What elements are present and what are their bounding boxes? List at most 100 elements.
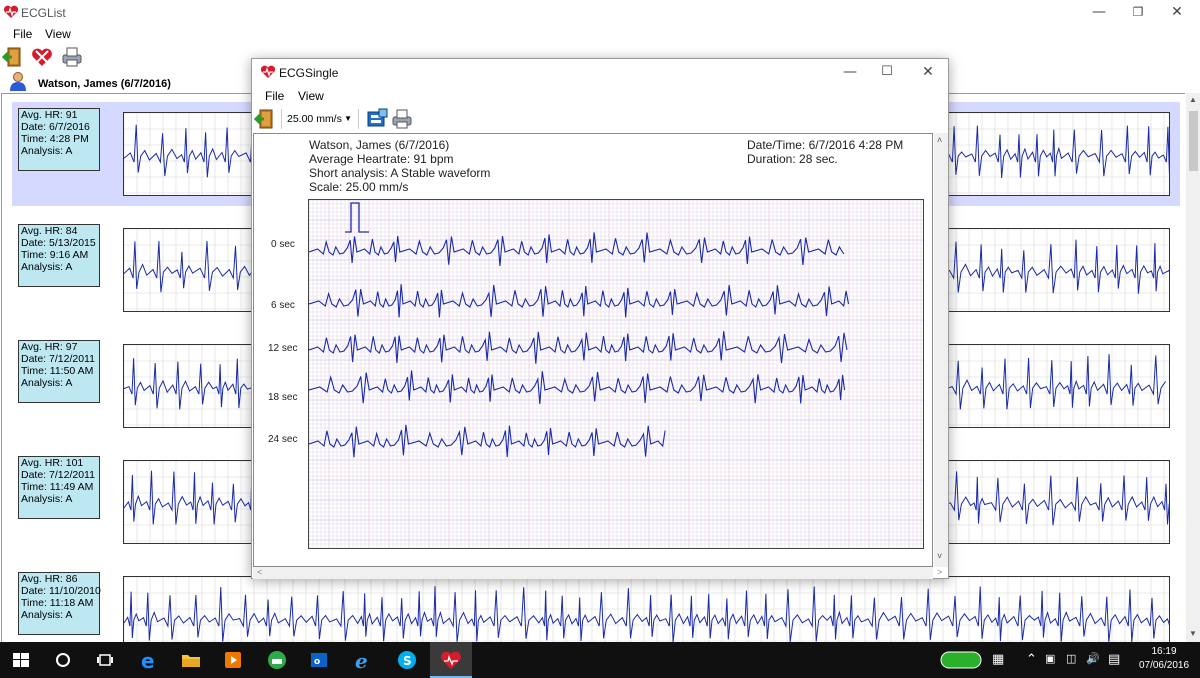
ecg-trace-row bbox=[308, 424, 666, 458]
clock-time: 16:19 bbox=[1151, 646, 1177, 657]
minimize-button[interactable]: — bbox=[1085, 1, 1113, 23]
patient-avatar-icon bbox=[10, 72, 26, 91]
green-app-button[interactable] bbox=[256, 642, 298, 678]
export-icon[interactable] bbox=[365, 107, 389, 131]
time-label-0: 0 sec bbox=[271, 239, 295, 250]
single-titlebar[interactable]: ECGSingle — ☐ ✕ bbox=[252, 59, 948, 85]
record-info-box: Avg. HR: 91 Date: 6/7/2016 Time: 4:28 PM An… bbox=[18, 108, 100, 171]
single-menu-view[interactable]: View bbox=[298, 89, 324, 103]
detail-short-analysis: Short analysis: A Stable waveform bbox=[309, 166, 491, 180]
media-player-icon bbox=[225, 652, 241, 668]
heart-app-icon bbox=[441, 651, 461, 669]
record-analysis: Analysis: A bbox=[21, 493, 73, 505]
menu-view[interactable]: View bbox=[45, 27, 71, 41]
outlook-icon: o bbox=[311, 653, 327, 667]
exit-door-icon[interactable] bbox=[254, 107, 278, 131]
main-menubar: File View bbox=[0, 24, 1200, 42]
speed-dropdown[interactable]: 25.00 mm/s ▼ bbox=[281, 109, 359, 129]
record-avg-hr: Avg. HR: 91 bbox=[21, 109, 78, 121]
skype-icon: S bbox=[398, 651, 416, 669]
main-vertical-scrollbar[interactable]: ▲ ▼ bbox=[1186, 93, 1200, 642]
single-menu-file[interactable]: File bbox=[265, 89, 284, 103]
search-button[interactable] bbox=[42, 642, 84, 678]
record-info-box: Avg. HR: 101 Date: 7/12/2011 Time: 11:49 A… bbox=[18, 456, 100, 519]
scroll-up-arrow-icon[interactable]: ▲ bbox=[1189, 95, 1197, 104]
maximize-button[interactable]: ❐ bbox=[1124, 1, 1152, 23]
network-tray-icon[interactable]: ▦ bbox=[992, 652, 1004, 667]
edge-browser-button[interactable]: e bbox=[128, 642, 170, 678]
time-label-12: 12 sec bbox=[268, 343, 298, 354]
record-avg-hr: Avg. HR: 84 bbox=[21, 225, 78, 237]
detail-duration: Duration: 28 sec. bbox=[747, 152, 838, 166]
windows-logo-icon bbox=[13, 653, 29, 667]
heart-app-icon bbox=[260, 65, 276, 78]
record-analysis: Analysis: A bbox=[21, 609, 73, 621]
chevron-up-icon[interactable]: ⌃ bbox=[1026, 652, 1037, 667]
record-date: Date: 11/10/2010 bbox=[21, 585, 101, 597]
patient-name: Watson, James (6/7/2016) bbox=[38, 78, 171, 90]
outlook-button[interactable]: o bbox=[298, 642, 340, 678]
record-info-box: Avg. HR: 97 Date: 7/12/2011 Time: 11:50 AM… bbox=[18, 340, 100, 403]
scroll-down-arrow-icon[interactable]: ▼ bbox=[1189, 629, 1197, 638]
cortana-circle-icon bbox=[56, 653, 70, 667]
detail-datetime: Date/Time: 6/7/2016 4:28 PM bbox=[747, 138, 904, 152]
volume-tray-icon[interactable]: 🔊 bbox=[1086, 652, 1100, 665]
scrollbar-thumb[interactable] bbox=[1189, 111, 1198, 171]
ecg-grid-chart bbox=[308, 199, 923, 549]
record-time: Time: 11:49 AM bbox=[21, 481, 94, 493]
record-date: Date: 5/13/2015 bbox=[21, 237, 96, 249]
speed-value: 25.00 mm/s bbox=[287, 113, 342, 125]
printer-icon[interactable] bbox=[390, 107, 414, 131]
task-view-button[interactable] bbox=[84, 642, 126, 678]
battery-indicator-icon[interactable] bbox=[940, 651, 984, 669]
ecg-app-taskbar-button[interactable] bbox=[430, 642, 472, 678]
media-player-button[interactable] bbox=[212, 642, 254, 678]
single-close-button[interactable]: ✕ bbox=[914, 61, 942, 83]
delete-heart-icon[interactable] bbox=[30, 45, 54, 69]
windows-taskbar: e o e S ▦ ⌃ ▣ ◫ 🔊 ▤ 16:19 07/06/2016 bbox=[0, 642, 1200, 678]
menu-file[interactable]: File bbox=[13, 27, 32, 41]
printer-icon[interactable] bbox=[60, 45, 84, 69]
heart-app-icon bbox=[3, 5, 19, 18]
start-button[interactable] bbox=[0, 642, 42, 678]
ecg-strip-thumbnail[interactable] bbox=[123, 576, 1170, 642]
single-minimize-button[interactable]: — bbox=[836, 61, 864, 83]
internet-explorer-button[interactable]: e bbox=[342, 642, 384, 678]
ecg-strip-trace bbox=[124, 577, 1169, 642]
exit-door-icon[interactable] bbox=[2, 45, 26, 69]
clock-date: 07/06/2016 bbox=[1138, 660, 1190, 671]
main-titlebar[interactable]: ECGList — ❐ ✕ bbox=[0, 0, 1200, 24]
skype-button[interactable]: S bbox=[386, 642, 428, 678]
internet-explorer-icon: e bbox=[355, 649, 368, 671]
chevron-down-icon: ▼ bbox=[344, 114, 352, 123]
single-maximize-button[interactable]: ☐ bbox=[873, 61, 901, 83]
edge-icon: e bbox=[141, 649, 155, 671]
task-view-icon bbox=[97, 654, 113, 666]
time-label-24: 24 sec bbox=[268, 434, 298, 445]
single-horizontal-scrollbar[interactable]: < > bbox=[253, 567, 942, 579]
power-tray-icon[interactable]: ▣ bbox=[1045, 652, 1055, 665]
scroll-up-arrow-icon[interactable]: ˄ bbox=[937, 135, 942, 145]
time-label-18: 18 sec bbox=[268, 392, 298, 403]
ecg-grid-paper bbox=[308, 199, 924, 549]
folder-icon bbox=[182, 655, 200, 667]
record-avg-hr: Avg. HR: 101 bbox=[21, 457, 84, 469]
wifi-tray-icon[interactable]: ◫ bbox=[1066, 652, 1076, 665]
single-window-title: ECGSingle bbox=[279, 66, 339, 80]
record-time: Time: 4:28 PM bbox=[21, 133, 89, 145]
single-menubar: File View bbox=[252, 85, 948, 105]
green-app-icon bbox=[268, 651, 286, 669]
file-explorer-button[interactable] bbox=[170, 642, 212, 678]
close-button[interactable]: ✕ bbox=[1163, 1, 1191, 23]
single-vertical-scrollbar[interactable]: ˄ ˅ bbox=[934, 133, 948, 567]
scroll-right-arrow-icon[interactable]: > bbox=[937, 567, 942, 577]
ecg-detail-panel: Watson, James (6/7/2016) Average Heartra… bbox=[253, 133, 933, 567]
scroll-left-arrow-icon[interactable]: < bbox=[257, 567, 262, 577]
detail-scale: Scale: 25.00 mm/s bbox=[309, 180, 409, 194]
scroll-down-arrow-icon[interactable]: ˅ bbox=[937, 551, 942, 561]
taskbar-clock[interactable]: 16:19 07/06/2016 bbox=[1134, 645, 1194, 673]
ecg-trace-row bbox=[308, 284, 850, 318]
svg-text:S: S bbox=[403, 654, 412, 668]
record-time: Time: 11:18 AM bbox=[21, 597, 94, 609]
notification-center-icon[interactable]: ▤ bbox=[1108, 652, 1120, 667]
